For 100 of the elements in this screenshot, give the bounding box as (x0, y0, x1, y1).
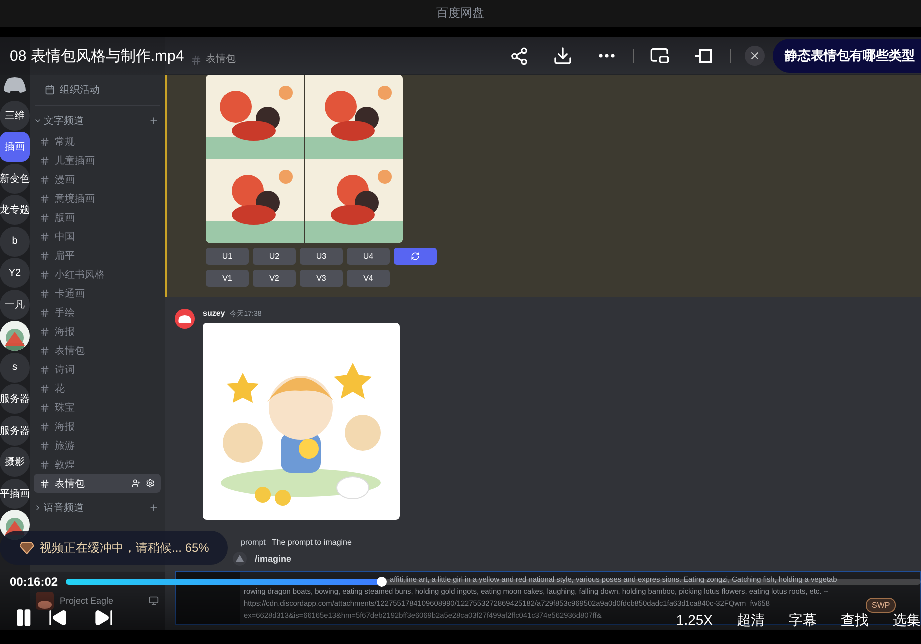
server-item[interactable]: b (0, 226, 30, 256)
hash-icon (40, 384, 50, 394)
channel-item[interactable]: 海报 (34, 322, 161, 341)
channel-item[interactable]: 常规 (34, 132, 161, 151)
swp-badge: SWP (866, 598, 896, 613)
variant-button[interactable]: U3 (300, 248, 343, 265)
variant-button[interactable]: V2 (253, 270, 296, 287)
category-label[interactable]: 文字频道 (44, 114, 147, 128)
game-controller-icon[interactable] (4, 77, 26, 93)
channel-item[interactable]: 旅游 (34, 436, 161, 455)
hash-icon (40, 270, 50, 280)
channel-item[interactable]: 表情包 (34, 341, 161, 360)
chevron-icon[interactable] (34, 504, 42, 512)
picture-in-picture-icon (650, 46, 670, 66)
diamond-icon (20, 542, 34, 554)
hash-icon (40, 308, 50, 318)
channel-item[interactable]: 珠宝 (34, 398, 161, 417)
category-label[interactable]: 语音频道 (44, 501, 147, 515)
variant-button[interactable]: U2 (253, 248, 296, 265)
player-option[interactable]: 查找 (841, 612, 869, 628)
refresh-icon (411, 252, 420, 261)
author-name[interactable]: suzey (203, 309, 226, 318)
current-time: 00:16:02 (10, 575, 58, 589)
hash-icon (40, 194, 50, 204)
calendar-icon (45, 85, 55, 95)
question-pill[interactable]: 静态表情包有哪些类型 (773, 39, 921, 73)
server-item[interactable]: 龙专题 (0, 195, 30, 225)
player-option[interactable]: 超清 (737, 612, 765, 628)
channel-item[interactable]: 花 (34, 379, 161, 398)
hash-icon (40, 212, 50, 222)
channel-item[interactable]: 中国 (34, 227, 161, 246)
download-icon (553, 46, 573, 66)
hash-icon (40, 440, 50, 450)
share-icon (510, 46, 528, 66)
close-button[interactable] (745, 46, 765, 66)
player-option[interactable]: 1.25X (676, 612, 713, 628)
hash-icon (40, 364, 50, 374)
channel-item[interactable]: 扁平 (34, 246, 161, 265)
user-avatar[interactable] (175, 309, 195, 329)
channel-title: 表情包 (206, 52, 236, 66)
channel-item[interactable]: 儿童插画 (34, 151, 161, 170)
server-item[interactable]: 服务器 (0, 384, 30, 414)
hash-icon (191, 55, 202, 66)
server-item[interactable]: s (0, 352, 30, 382)
screen-icon[interactable] (149, 596, 159, 606)
channel-item[interactable]: 漫画 (34, 170, 161, 189)
server-item[interactable]: Y2 (0, 258, 30, 288)
hash-icon (40, 288, 50, 298)
add-user-icon[interactable] (132, 479, 141, 488)
crop-icon (694, 46, 714, 66)
close-icon (749, 50, 761, 62)
player-option[interactable]: 字幕 (789, 612, 817, 628)
app-title: 百度网盘 (436, 5, 484, 22)
bot-avatar (233, 552, 247, 566)
video-title: 08 表情包风格与制作.mp4 (10, 46, 184, 66)
server-item[interactable]: 摄影 (0, 447, 30, 477)
server-item[interactable]: 三维 (0, 100, 30, 130)
server-item[interactable]: 一凡 (0, 290, 30, 320)
channel-item[interactable]: 意境插画 (34, 189, 161, 208)
refresh-button[interactable] (394, 248, 437, 265)
hash-icon (40, 402, 50, 412)
hash-icon (40, 326, 50, 336)
hash-icon (40, 346, 50, 356)
add-icon[interactable] (149, 116, 159, 126)
channel-item[interactable]: 海报 (34, 417, 161, 436)
player-option[interactable]: 选集 (893, 612, 921, 628)
variant-button[interactable]: V4 (347, 270, 390, 287)
server-item[interactable]: 插画 (0, 132, 30, 162)
channel-item[interactable]: 小红书风格 (34, 265, 161, 284)
events-link[interactable]: 组织活动 (60, 83, 100, 97)
hash-icon (40, 232, 50, 242)
hash-icon (40, 156, 50, 166)
more-icon (599, 54, 615, 58)
server-item[interactable]: 平插画 (0, 478, 30, 508)
variant-button[interactable]: U1 (206, 248, 249, 265)
settings-icon[interactable] (146, 479, 155, 488)
hash-icon (40, 250, 50, 260)
buffering-message: 视频正在缓冲中，请稍候... 65% (40, 540, 210, 556)
command-name: /imagine (255, 554, 292, 564)
variant-button[interactable]: U4 (347, 248, 390, 265)
hash-icon (40, 460, 50, 470)
server-item[interactable]: 服务器 (0, 416, 30, 446)
hash-icon (40, 478, 50, 488)
channel-item[interactable]: 卡通画 (34, 284, 161, 303)
option-hint: The prompt to imagine (272, 538, 352, 547)
next-button[interactable] (94, 608, 114, 628)
user-name: Project Eagle (60, 596, 115, 606)
channel-item[interactable]: 敦煌 (34, 455, 161, 474)
chevron-icon[interactable] (34, 117, 42, 125)
option-name: prompt (241, 538, 266, 547)
channel-item[interactable]: 表情包 (34, 474, 161, 493)
channel-item[interactable]: 诗词 (34, 360, 161, 379)
variant-button[interactable]: V1 (206, 270, 249, 287)
add-icon[interactable] (149, 503, 159, 513)
hash-icon (40, 174, 50, 184)
channel-item[interactable]: 手绘 (34, 303, 161, 322)
channel-item[interactable]: 版画 (34, 208, 161, 227)
previous-button[interactable] (48, 608, 68, 628)
server-item[interactable]: 新变色 (0, 164, 30, 194)
variant-button[interactable]: V3 (300, 270, 343, 287)
